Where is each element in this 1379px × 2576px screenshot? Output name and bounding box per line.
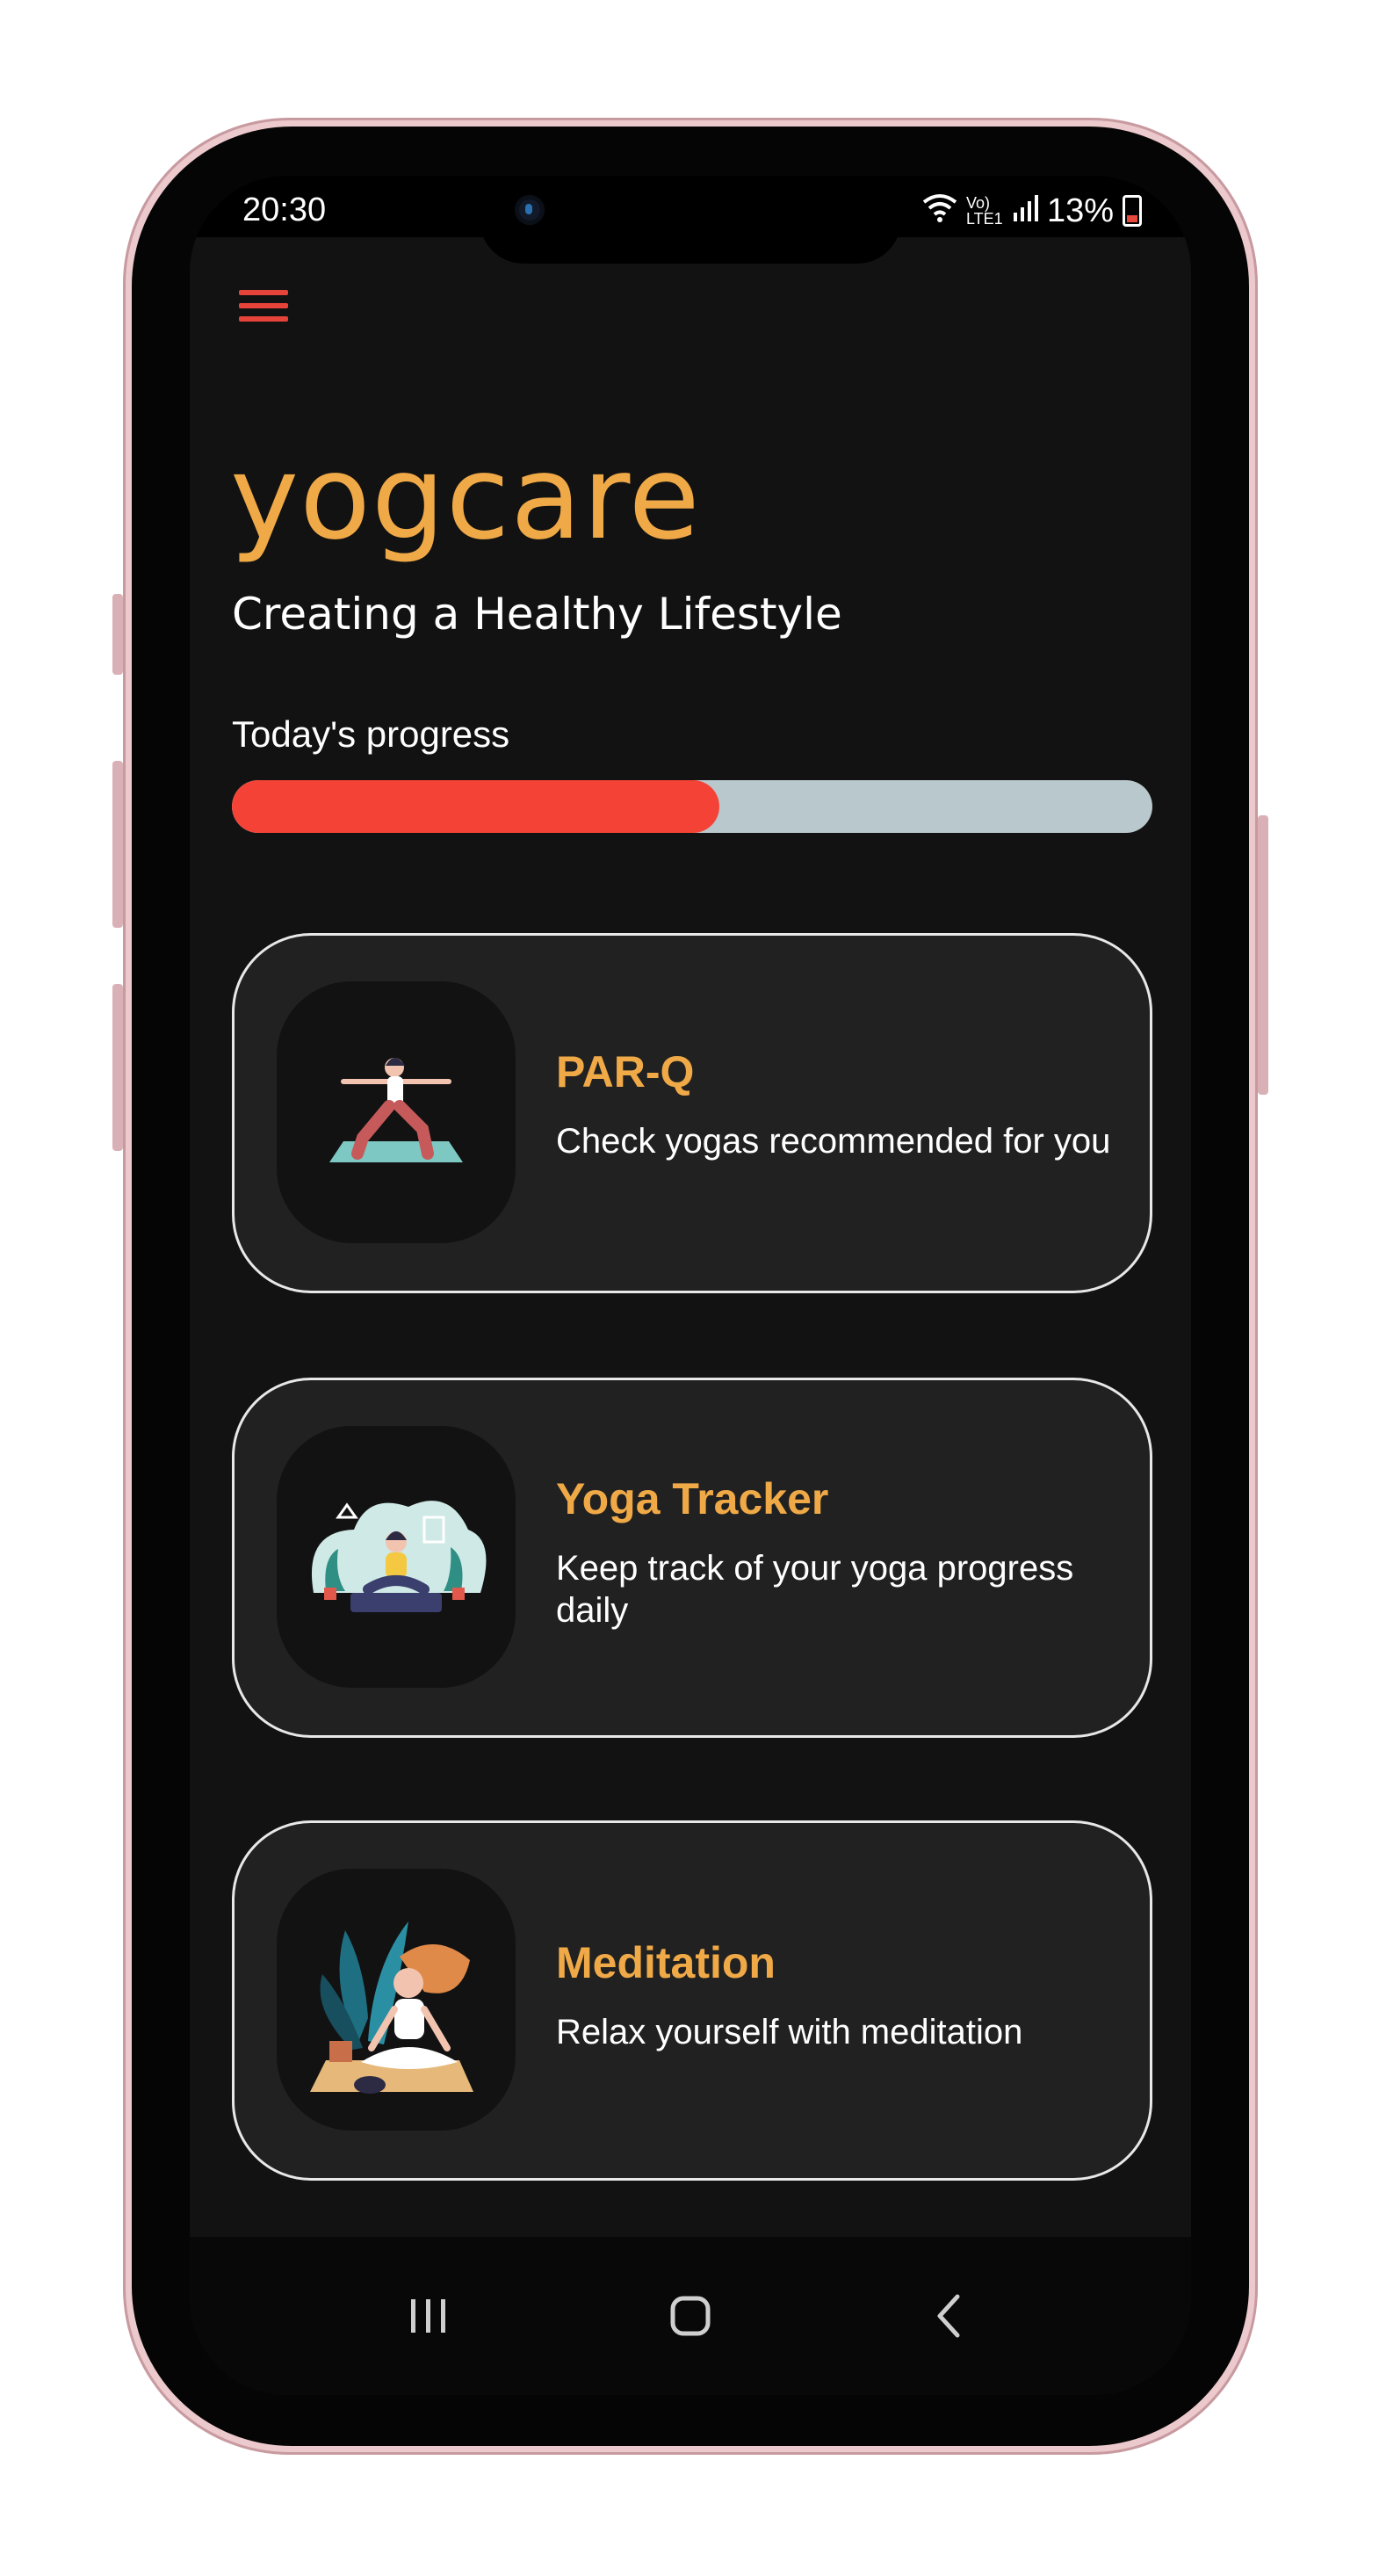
progress-label: Today's progress <box>232 713 510 755</box>
recent-apps-icon[interactable] <box>385 2272 473 2360</box>
card-title: PAR-Q <box>556 1047 695 1096</box>
power-button <box>1258 815 1268 1095</box>
battery-icon <box>1123 195 1142 227</box>
app-screen: 20:30 Vo) LTE1 13% yogcare Creating a He… <box>190 176 1191 2395</box>
progress-fill <box>232 780 720 833</box>
status-icons: Vo) LTE1 13% <box>922 192 1142 230</box>
yoga-warrior-pose-illustration <box>277 981 516 1243</box>
card-par-q[interactable]: PAR-Q Check yogas recommended for you <box>232 933 1152 1293</box>
card-title: Yoga Tracker <box>556 1474 829 1523</box>
side-key-left <box>112 984 123 1151</box>
yoga-plants-illustration <box>277 1426 516 1688</box>
wifi-icon <box>922 192 957 230</box>
camera-notch <box>480 176 901 264</box>
network-label: Vo) LTE1 <box>965 194 1003 228</box>
card-yoga-tracker[interactable]: Yoga Tracker Keep track of your yoga pro… <box>232 1378 1152 1738</box>
home-icon[interactable] <box>646 2272 734 2360</box>
card-meditation[interactable]: Meditation Relax yourself with meditatio… <box>232 1820 1152 2181</box>
system-nav-bar <box>190 2237 1191 2395</box>
hamburger-menu-icon[interactable] <box>239 290 288 329</box>
progress-bar <box>232 780 1152 833</box>
tagline: Creating a Healthy Lifestyle <box>232 589 842 640</box>
card-description: Check yogas recommended for you <box>556 1122 1111 1161</box>
card-title: Meditation <box>556 1938 776 1987</box>
volume-down-button <box>112 761 123 928</box>
card-description: Keep track of your yoga progress daily <box>556 1549 1074 1630</box>
signal-icon <box>1012 192 1038 230</box>
meditation-illustration <box>277 1869 516 2131</box>
app-logo: yogcare <box>230 431 701 566</box>
status-time: 20:30 <box>242 192 327 228</box>
card-description: Relax yourself with meditation <box>556 2013 1023 2051</box>
camera-icon <box>515 195 545 225</box>
battery-percent: 13% <box>1046 192 1114 229</box>
volume-up-button <box>112 594 123 675</box>
back-icon[interactable] <box>906 2272 994 2360</box>
